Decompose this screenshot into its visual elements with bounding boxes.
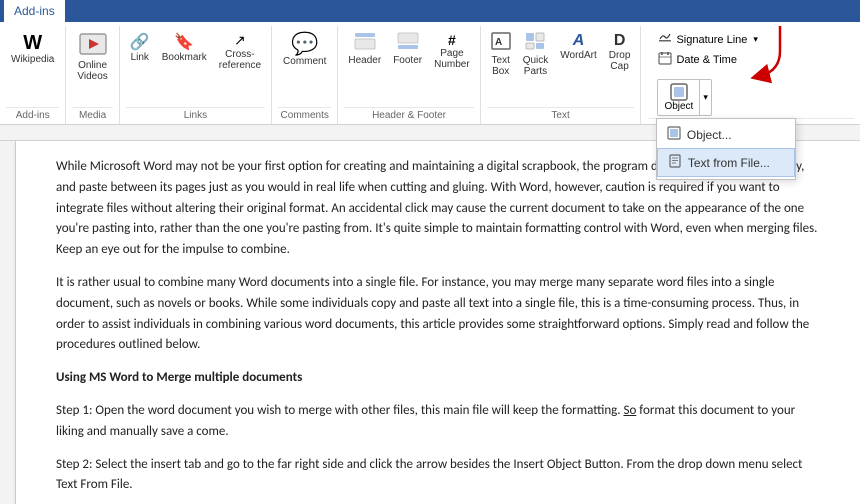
wikipedia-button[interactable]: W Wikipedia — [6, 30, 59, 68]
object-dropdown-menu: Object... Text from File... — [656, 118, 796, 180]
links-group-label: Links — [126, 107, 265, 124]
object-menu-item[interactable]: Object... — [657, 121, 795, 148]
comment-label: Comment — [283, 56, 326, 67]
media-items: OnlineVideos — [72, 26, 112, 107]
cross-reference-button[interactable]: ↗ Cross-reference — [215, 30, 265, 73]
ribbon-group-comments: 💬 Comment Comments — [272, 26, 338, 124]
wordart-button[interactable]: A WordArt — [556, 30, 601, 63]
tab-add-ins[interactable]: Add-ins — [4, 0, 65, 22]
text-group-label: Text — [487, 107, 635, 124]
header-button[interactable]: Header — [344, 30, 385, 68]
text-box-label: TextBox — [492, 55, 510, 77]
object-button-main[interactable]: Object — [658, 80, 699, 115]
ribbon-group-header-footer: Header Footer # PageNumber Header & Foot… — [338, 26, 480, 124]
drop-cap-button[interactable]: D DropCap — [605, 30, 635, 74]
ribbon-group-links: 🔗 Link 🔖 Bookmark ↗ Cross-reference Link… — [120, 26, 272, 124]
drop-cap-icon: D — [614, 32, 626, 50]
underline-so: So — [624, 403, 637, 418]
cross-reference-icon: ↗ — [234, 32, 246, 49]
date-time-icon — [658, 51, 672, 68]
date-time-label: Date & Time — [676, 54, 737, 66]
media-group-label: Media — [72, 107, 112, 124]
object-dropdown-arrow[interactable]: ▾ — [699, 80, 711, 115]
sig-group: Signature Line ▾ Date & Time — [649, 26, 766, 73]
footer-button[interactable]: Footer — [389, 30, 426, 68]
header-icon — [354, 32, 376, 55]
quick-parts-label: QuickParts — [523, 55, 549, 77]
text-from-file-icon — [668, 154, 682, 171]
text-items: A TextBox QuickParts A WordArt D DropCap — [487, 26, 635, 107]
ribbon-tabs: Add-ins — [0, 0, 860, 22]
signature-line-chevron[interactable]: ▾ — [753, 34, 758, 45]
add-ins-items: W Wikipedia — [6, 26, 59, 107]
document-content[interactable]: While Microsoft Word may not be your fir… — [16, 141, 860, 504]
comment-button[interactable]: 💬 Comment — [278, 30, 331, 70]
add-ins-group-label: Add-ins — [6, 107, 59, 124]
main-layout: While Microsoft Word may not be your fir… — [0, 141, 860, 504]
online-videos-label: OnlineVideos — [77, 60, 107, 82]
quick-parts-icon — [525, 32, 545, 55]
paragraph-2: It is rather usual to combine many Word … — [56, 273, 820, 356]
header-footer-group-label: Header & Footer — [344, 107, 473, 124]
footer-icon — [397, 32, 419, 55]
online-videos-button[interactable]: OnlineVideos — [72, 30, 112, 85]
text-box-button[interactable]: A TextBox — [487, 30, 515, 79]
wikipedia-icon: W — [23, 33, 42, 53]
page-number-button[interactable]: # PageNumber — [430, 30, 474, 72]
page-number-icon: # — [448, 32, 456, 48]
page-number-label: PageNumber — [434, 48, 470, 70]
wordart-icon: A — [573, 32, 585, 50]
bookmark-label: Bookmark — [162, 52, 207, 63]
object-menu-label: Object... — [687, 128, 732, 142]
paragraph-4: Step 1: Open the word document you wish … — [56, 401, 820, 443]
bookmark-icon: 🔖 — [174, 32, 194, 52]
svg-text:A: A — [495, 37, 502, 48]
object-button-group: Object ▾ Object... — [653, 77, 715, 118]
signature-line-icon — [658, 31, 672, 48]
wordart-label: WordArt — [560, 50, 597, 61]
ribbon-group-text: A TextBox QuickParts A WordArt D DropCap — [481, 26, 642, 124]
document-page: While Microsoft Word may not be your fir… — [16, 141, 860, 504]
header-label: Header — [348, 55, 381, 66]
object-label: Object — [664, 101, 693, 112]
object-menu-icon — [667, 126, 681, 143]
links-items: 🔗 Link 🔖 Bookmark ↗ Cross-reference — [126, 26, 265, 107]
header-footer-items: Header Footer # PageNumber — [344, 26, 473, 107]
object-icon — [670, 83, 688, 101]
paragraph-5: Step 2: Select the insert tab and go to … — [56, 455, 820, 497]
link-label: Link — [131, 52, 149, 63]
text-box-icon: A — [491, 32, 511, 55]
comments-group-label: Comments — [278, 107, 331, 124]
online-videos-icon — [79, 33, 107, 59]
vertical-ruler — [0, 141, 16, 504]
drop-cap-label: DropCap — [609, 50, 631, 72]
paragraph-3: Using MS Word to Merge multiple document… — [56, 368, 820, 389]
app-window: Add-ins W Wikipedia Add-ins OnlineVideos — [0, 0, 860, 504]
ribbon-content: W Wikipedia Add-ins OnlineVideos Media — [0, 22, 860, 125]
signature-line-button[interactable]: Signature Line ▾ — [655, 30, 760, 49]
ribbon-group-media: OnlineVideos Media — [66, 26, 119, 124]
bookmark-button[interactable]: 🔖 Bookmark — [158, 30, 211, 65]
signature-line-label: Signature Line — [676, 34, 747, 46]
comments-items: 💬 Comment — [278, 26, 331, 107]
quick-parts-button[interactable]: QuickParts — [519, 30, 553, 79]
cross-reference-label: Cross-reference — [219, 49, 261, 71]
comment-icon: 💬 — [291, 33, 318, 55]
wikipedia-label: Wikipedia — [11, 54, 54, 65]
object-split-button[interactable]: Object ▾ — [657, 79, 711, 116]
link-button[interactable]: 🔗 Link — [126, 30, 154, 65]
link-icon: 🔗 — [130, 32, 150, 52]
ribbon-group-right: Signature Line ▾ Date & Time Object — [641, 26, 860, 124]
ribbon-group-add-ins: W Wikipedia Add-ins — [0, 26, 66, 124]
text-from-file-label: Text from File... — [688, 156, 770, 170]
date-time-button[interactable]: Date & Time — [655, 50, 760, 69]
text-from-file-item[interactable]: Text from File... — [657, 148, 795, 177]
footer-label: Footer — [393, 55, 422, 66]
